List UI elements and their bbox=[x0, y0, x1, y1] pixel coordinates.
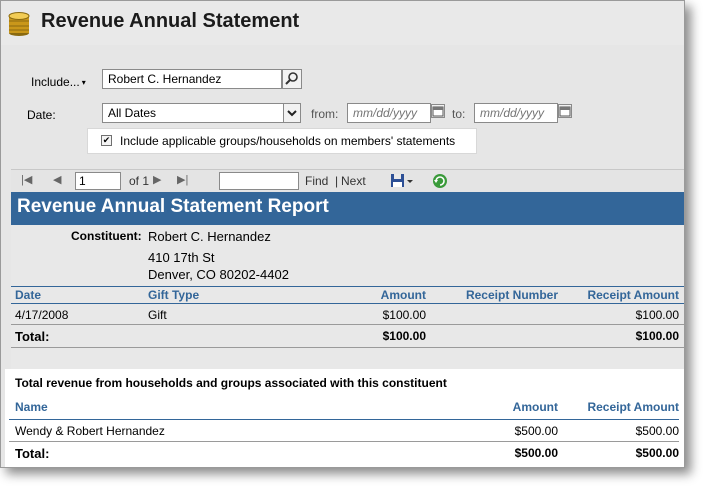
page-number-input[interactable]: 1 bbox=[75, 172, 121, 190]
refresh-icon[interactable] bbox=[431, 172, 449, 190]
include-label: Include... bbox=[31, 75, 80, 89]
col-receipt-amount: Receipt Amount bbox=[587, 288, 679, 302]
assoc-header-rule bbox=[9, 419, 679, 420]
row-gift-type: Gift bbox=[148, 308, 167, 322]
col-amount: Amount bbox=[512, 400, 558, 414]
date-select[interactable]: All Dates bbox=[102, 103, 284, 123]
report-header: Revenue Annual Statement Report bbox=[11, 192, 684, 225]
search-button[interactable] bbox=[282, 69, 302, 89]
assoc-row-rule bbox=[9, 441, 679, 442]
total-amount: $100.00 bbox=[382, 329, 426, 343]
constituent-label: Constituent: bbox=[71, 229, 142, 243]
include-menu-button[interactable]: Include... ▾ bbox=[31, 75, 86, 89]
toolbar-separator: | bbox=[335, 174, 339, 188]
to-calendar-button[interactable] bbox=[558, 104, 572, 118]
associated-heading: Total revenue from households and groups… bbox=[15, 376, 447, 390]
address-line2: Denver, CO 80202-4402 bbox=[148, 267, 289, 282]
assoc-row-amount: $500.00 bbox=[514, 424, 558, 438]
page-count: of 1 bbox=[129, 174, 150, 188]
total-rule bbox=[11, 347, 684, 348]
next-page-icon[interactable]: ▶ bbox=[153, 173, 161, 186]
find-input[interactable] bbox=[219, 172, 299, 190]
chevron-down-icon bbox=[287, 110, 297, 117]
last-page-icon[interactable]: ▶| bbox=[177, 173, 188, 186]
total-receipt-amount: $100.00 bbox=[635, 329, 679, 343]
col-date: Date bbox=[15, 288, 42, 302]
to-label: to: bbox=[452, 107, 466, 121]
assoc-row-name: Wendy & Robert Hernandez bbox=[15, 424, 165, 438]
dropdown-arrow-icon: ▾ bbox=[81, 78, 86, 88]
first-page-icon[interactable]: |◀ bbox=[21, 173, 32, 186]
address-line1: 410 17th St bbox=[148, 250, 215, 265]
include-field[interactable]: Robert C. Hernandez bbox=[102, 69, 282, 89]
date-label: Date: bbox=[27, 108, 56, 122]
constituent-name: Robert C. Hernandez bbox=[148, 229, 271, 244]
col-receipt-number: Receipt Number bbox=[465, 288, 558, 302]
date-dropdown-button[interactable] bbox=[283, 103, 301, 123]
report-title: Revenue Annual Statement Report bbox=[17, 196, 329, 217]
assoc-total-amount: $500.00 bbox=[514, 446, 558, 460]
header-rule bbox=[11, 286, 684, 287]
row-rule bbox=[11, 324, 684, 325]
col-name: Name bbox=[15, 400, 48, 414]
associated-section: Total revenue from households and groups… bbox=[5, 369, 684, 467]
prev-page-icon[interactable]: ◀ bbox=[53, 173, 61, 186]
col-gift-type: Gift Type bbox=[148, 288, 200, 302]
next-link[interactable]: Next bbox=[341, 174, 366, 188]
from-label: from: bbox=[311, 107, 339, 121]
page-title: Revenue Annual Statement bbox=[41, 10, 300, 32]
to-date-input[interactable] bbox=[474, 103, 558, 123]
save-disk-icon[interactable] bbox=[390, 172, 414, 190]
assoc-total-label: Total: bbox=[15, 446, 50, 461]
col-receipt-amount: Receipt Amount bbox=[587, 400, 679, 414]
include-groups-option: ✔ Include applicable groups/households o… bbox=[87, 128, 477, 154]
include-groups-checkbox[interactable]: ✔ bbox=[101, 135, 112, 146]
row-receipt-amount: $100.00 bbox=[635, 308, 679, 322]
include-groups-label: Include applicable groups/households on … bbox=[120, 134, 456, 148]
coin-stack-icon bbox=[8, 12, 30, 36]
search-icon bbox=[285, 72, 298, 85]
calendar-icon bbox=[432, 106, 444, 117]
window: Revenue Annual Statement Include... ▾ Rob… bbox=[0, 0, 685, 468]
from-calendar-button[interactable] bbox=[431, 104, 445, 118]
assoc-total-receipt-amount: $500.00 bbox=[635, 446, 679, 460]
assoc-row-receipt-amount: $500.00 bbox=[635, 424, 679, 438]
total-label: Total: bbox=[15, 329, 50, 344]
header-rule-bottom bbox=[11, 303, 684, 304]
row-amount: $100.00 bbox=[382, 308, 426, 322]
from-date-input[interactable] bbox=[347, 103, 431, 123]
row-date: 4/17/2008 bbox=[15, 308, 69, 322]
find-link[interactable]: Find bbox=[305, 174, 328, 188]
title-bar: Revenue Annual Statement bbox=[1, 1, 684, 45]
calendar-icon bbox=[559, 106, 571, 117]
report-toolbar: |◀ ◀ 1 of 1 ▶ ▶| Find | Next bbox=[11, 169, 684, 192]
col-amount: Amount bbox=[380, 288, 426, 302]
